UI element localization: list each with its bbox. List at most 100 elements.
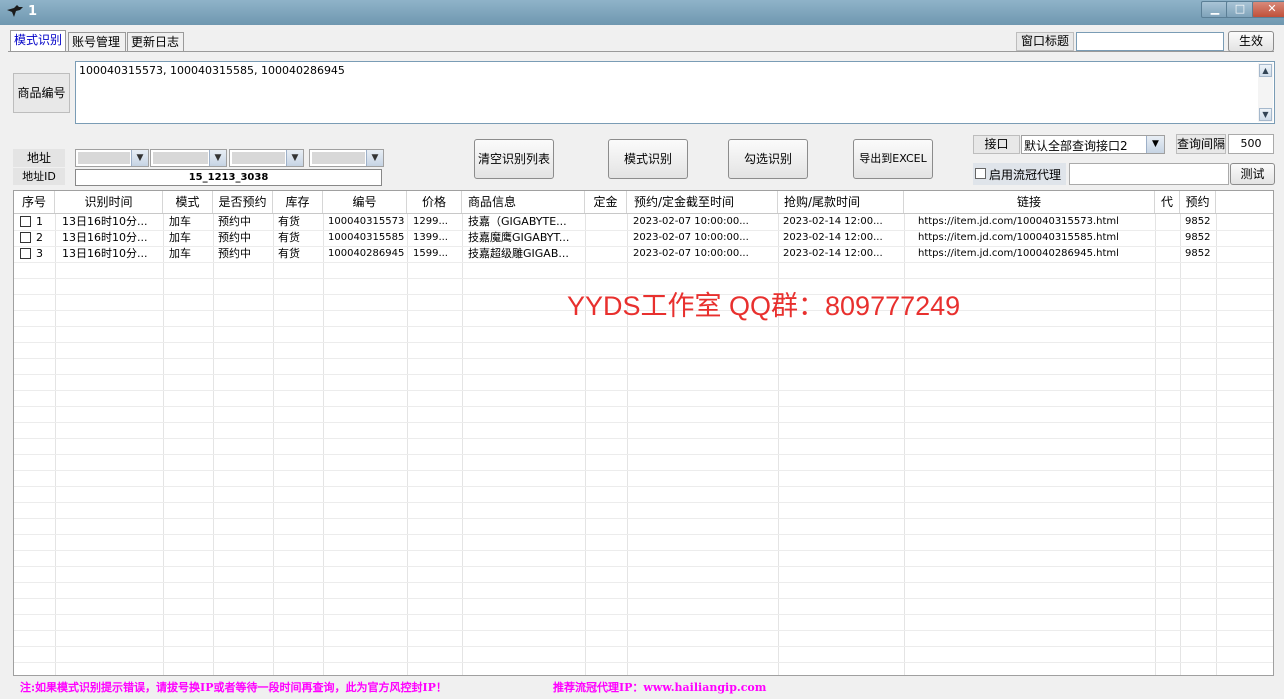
cell-count: 9852 bbox=[1185, 216, 1211, 227]
cell-rush-time: 2023-02-14 12:00... bbox=[783, 216, 883, 227]
interface-select[interactable]: 默认全部查询接口2 ▼ bbox=[1021, 135, 1165, 154]
window-title: 1 bbox=[28, 4, 38, 19]
row-divider bbox=[14, 534, 1273, 535]
row-divider bbox=[14, 550, 1273, 551]
cell-id: 100040315585 bbox=[328, 232, 405, 243]
row-divider bbox=[14, 486, 1273, 487]
query-interval-input[interactable]: 500 bbox=[1228, 134, 1274, 154]
row-checkbox[interactable] bbox=[20, 248, 31, 259]
check-recognize-button[interactable]: 勾选识别 bbox=[728, 139, 808, 179]
mode-recognize-button[interactable]: 模式识别 bbox=[608, 139, 688, 179]
column-header[interactable]: 库存 bbox=[273, 191, 323, 213]
row-divider bbox=[14, 454, 1273, 455]
tab-update-log[interactable]: 更新日志 bbox=[127, 32, 184, 51]
row-checkbox[interactable] bbox=[20, 232, 31, 243]
interface-selected: 默认全部查询接口2 bbox=[1024, 139, 1128, 153]
column-header[interactable]: 价格 bbox=[407, 191, 462, 213]
cell-price: 1299... bbox=[413, 216, 448, 227]
column-header[interactable]: 预约/定金截至时间 bbox=[627, 191, 778, 213]
column-header[interactable]: 编号 bbox=[323, 191, 407, 213]
column-header[interactable]: 识别时间 bbox=[55, 191, 163, 213]
cell-no: 1 bbox=[36, 215, 43, 228]
close-button[interactable]: ✕ bbox=[1252, 1, 1284, 18]
cell-count: 9852 bbox=[1185, 232, 1211, 243]
cell-stock: 有货 bbox=[278, 231, 300, 244]
town-select[interactable]: ▼ bbox=[309, 149, 384, 167]
chevron-down-icon: ▼ bbox=[1146, 136, 1164, 153]
row-divider bbox=[14, 614, 1273, 615]
row-divider bbox=[14, 406, 1273, 407]
test-proxy-button[interactable]: 测试 bbox=[1230, 163, 1275, 185]
row-divider bbox=[14, 630, 1273, 631]
cell-rush-time: 2023-02-14 12:00... bbox=[783, 232, 883, 243]
proxy-checkbox-area[interactable]: 启用流冠代理 bbox=[973, 163, 1066, 185]
row-checkbox[interactable] bbox=[20, 216, 31, 227]
apply-button[interactable]: 生效 bbox=[1228, 31, 1274, 52]
cell-reserve: 预约中 bbox=[218, 215, 251, 228]
product-id-textarea[interactable]: 100040315573, 100040315585, 100040286945… bbox=[75, 61, 1275, 124]
cell-reserve: 预约中 bbox=[218, 231, 251, 244]
column-header[interactable]: 代 bbox=[1155, 191, 1180, 213]
proxy-input[interactable] bbox=[1069, 163, 1229, 185]
textarea-scrollbar[interactable]: ▲ ▼ bbox=[1258, 63, 1273, 122]
bird-logo-icon bbox=[7, 5, 23, 17]
cell-info: 技嘉魔鹰GIGABYT... bbox=[468, 231, 570, 244]
grid-line bbox=[323, 214, 324, 675]
minimize-button[interactable]: ▁ bbox=[1201, 1, 1229, 18]
cell-price: 1399... bbox=[413, 232, 448, 243]
row-divider bbox=[14, 278, 1273, 279]
proxy-checkbox[interactable] bbox=[975, 168, 986, 179]
district-select[interactable]: ▼ bbox=[229, 149, 304, 167]
cell-link[interactable]: https://item.jd.com/100040315573.html bbox=[918, 214, 1119, 230]
column-header[interactable]: 链接 bbox=[904, 191, 1155, 213]
cell-info: 技嘉（GIGABYTE... bbox=[468, 215, 567, 228]
cell-no: 2 bbox=[36, 231, 43, 244]
cell-link[interactable]: https://item.jd.com/100040286945.html bbox=[918, 246, 1119, 262]
address-id-field[interactable]: 15_1213_3038 bbox=[75, 169, 382, 186]
column-header[interactable]: 抢购/尾款时间 bbox=[778, 191, 904, 213]
scroll-up-icon[interactable]: ▲ bbox=[1259, 64, 1272, 77]
tab-mode-recognize[interactable]: 模式识别 bbox=[10, 30, 66, 52]
column-header[interactable]: 预约 bbox=[1180, 191, 1216, 213]
grid-line bbox=[1155, 214, 1156, 675]
row-divider bbox=[14, 438, 1273, 439]
cell-no: 3 bbox=[36, 247, 43, 260]
column-header[interactable]: 是否预约 bbox=[213, 191, 273, 213]
row-divider bbox=[14, 326, 1273, 327]
cell-reserve: 预约中 bbox=[218, 247, 251, 260]
product-id-label: 商品编号 bbox=[13, 73, 70, 113]
export-excel-button[interactable]: 导出到EXCEL bbox=[853, 139, 933, 179]
cell-stock: 有货 bbox=[278, 247, 300, 260]
proxy-checkbox-label: 启用流冠代理 bbox=[989, 168, 1062, 182]
chevron-down-icon: ▼ bbox=[209, 150, 226, 166]
tab-account-manage[interactable]: 账号管理 bbox=[68, 32, 126, 51]
window-title-input[interactable] bbox=[1076, 32, 1224, 51]
cell-reserve-end: 2023-02-07 10:00:00... bbox=[633, 216, 749, 227]
cell-reserve-end: 2023-02-07 10:00:00... bbox=[633, 232, 749, 243]
column-header[interactable]: 模式 bbox=[163, 191, 213, 213]
clear-list-button[interactable]: 清空识别列表 bbox=[474, 139, 554, 179]
cell-time: 13日16时10分... bbox=[62, 247, 148, 260]
grid-line bbox=[1216, 214, 1217, 675]
footer-note: 注:如果模式识别提示错误，请拔号换IP或者等待一段时间再查询，此为官方风控封IP… bbox=[20, 681, 447, 694]
interface-label: 接口 bbox=[973, 135, 1020, 154]
maximize-button[interactable]: □ bbox=[1226, 1, 1254, 18]
row-divider bbox=[14, 470, 1273, 471]
grid-line bbox=[163, 214, 164, 675]
cell-link[interactable]: https://item.jd.com/100040315585.html bbox=[918, 230, 1119, 246]
row-divider bbox=[14, 390, 1273, 391]
scroll-down-icon[interactable]: ▼ bbox=[1259, 108, 1272, 121]
grid-line bbox=[462, 214, 463, 675]
row-divider bbox=[14, 422, 1273, 423]
cell-reserve-end: 2023-02-07 10:00:00... bbox=[633, 248, 749, 259]
province-select[interactable]: ▼ bbox=[75, 149, 149, 167]
column-header[interactable]: 商品信息 bbox=[462, 191, 585, 213]
cell-info: 技嘉超级雕GIGAB... bbox=[468, 247, 569, 260]
column-header[interactable]: 定金 bbox=[585, 191, 627, 213]
address-id-label: 地址ID bbox=[13, 168, 65, 185]
city-select[interactable]: ▼ bbox=[150, 149, 227, 167]
row-divider bbox=[14, 518, 1273, 519]
column-header[interactable]: 序号 bbox=[14, 191, 55, 213]
chevron-down-icon: ▼ bbox=[366, 150, 383, 166]
cell-time: 13日16时10分... bbox=[62, 231, 148, 244]
